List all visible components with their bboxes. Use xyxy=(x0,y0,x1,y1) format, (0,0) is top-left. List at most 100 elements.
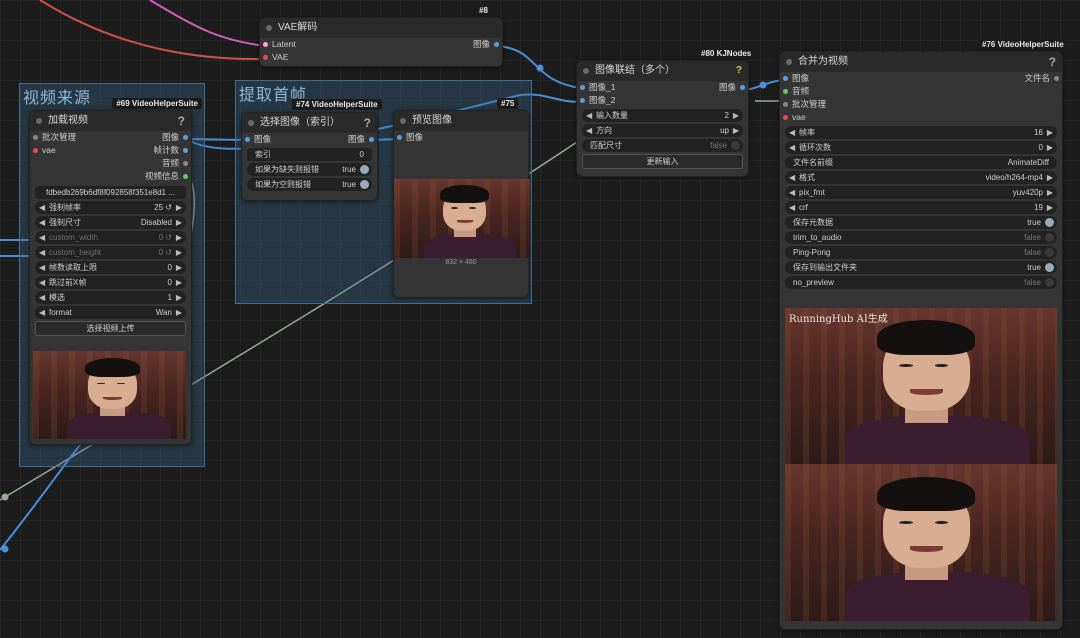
increment-arrow-icon[interactable]: ▶ xyxy=(1047,201,1053,214)
audio-input-pin[interactable] xyxy=(783,89,788,94)
increment-arrow-icon[interactable]: ▶ xyxy=(733,124,739,137)
loop-count-widget[interactable]: ◀ 循环次数 0 ▶ xyxy=(785,141,1057,154)
frame-count-output-pin[interactable] xyxy=(183,148,188,153)
decrement-arrow-icon[interactable]: ◀ xyxy=(39,276,45,289)
decrement-arrow-icon[interactable]: ◀ xyxy=(789,201,795,214)
toggle-knob[interactable] xyxy=(1045,233,1054,242)
image1-input-pin[interactable] xyxy=(580,85,585,90)
decrement-arrow-icon[interactable]: ◀ xyxy=(39,216,45,229)
force-size-widget[interactable]: ◀ 强制尺寸 Disabled ▶ xyxy=(35,216,186,229)
collapse-dot[interactable] xyxy=(36,118,42,124)
decrement-arrow-icon[interactable]: ◀ xyxy=(789,126,795,139)
custom-width-widget[interactable]: ◀ custom_width 0 ↺ ▶ xyxy=(35,231,186,244)
image-input-pin[interactable] xyxy=(783,76,788,81)
error-if-empty-toggle[interactable]: 如果为空则报错 true xyxy=(247,178,372,191)
increment-arrow-icon[interactable]: ▶ xyxy=(1047,171,1053,184)
trim-to-audio-toggle[interactable]: trim_to_audio false xyxy=(785,231,1057,244)
select-image-node[interactable]: 选择图像（索引）? 图像 图像 索引 0 如果为缺失则报错 true 如果为空则报错… xyxy=(241,112,378,201)
latent-input-pin[interactable] xyxy=(263,42,268,47)
frame-load-cap-widget[interactable]: ◀ 帧数读取上限 0 ▶ xyxy=(35,261,186,274)
preview-image-node[interactable]: 预览图像 图像 832 × 480 xyxy=(393,110,530,298)
increment-arrow-icon[interactable]: ▶ xyxy=(176,246,182,259)
batch-manager-input-pin[interactable] xyxy=(783,102,788,107)
error-if-missing-toggle[interactable]: 如果为缺失则报错 true xyxy=(247,163,372,176)
ping-pong-toggle[interactable]: Ping-Pong false xyxy=(785,246,1057,259)
help-icon[interactable]: ? xyxy=(364,113,371,133)
decrement-arrow-icon[interactable]: ◀ xyxy=(39,231,45,244)
collapse-dot[interactable] xyxy=(583,68,589,74)
decrement-arrow-icon[interactable]: ◀ xyxy=(789,141,795,154)
increment-arrow-icon[interactable]: ▶ xyxy=(176,276,182,289)
force-rate-widget[interactable]: ◀ 强制帧率 25 ↺ ▶ xyxy=(35,201,186,214)
decrement-arrow-icon[interactable]: ◀ xyxy=(586,124,592,137)
collapse-dot[interactable] xyxy=(400,118,406,124)
decrement-arrow-icon[interactable]: ◀ xyxy=(586,109,592,122)
no-preview-toggle[interactable]: no_preview false xyxy=(785,276,1057,289)
vae-input-pin[interactable] xyxy=(783,115,788,120)
frame-rate-widget[interactable]: ◀ 帧率 16 ▶ xyxy=(785,126,1057,139)
match-size-toggle[interactable]: 匹配尺寸 false xyxy=(582,139,743,152)
filenames-output-pin[interactable] xyxy=(1054,76,1059,81)
increment-arrow-icon[interactable]: ▶ xyxy=(733,109,739,122)
help-icon[interactable]: ? xyxy=(1049,52,1056,72)
toggle-knob[interactable] xyxy=(360,165,369,174)
decrement-arrow-icon[interactable]: ◀ xyxy=(789,171,795,184)
image-input-pin[interactable] xyxy=(245,137,250,142)
vae-decode-node[interactable]: VAE解码 Latent 图像 VAE xyxy=(259,17,503,67)
skip-first-frames-widget[interactable]: ◀ 跳过前X帧 0 ▶ xyxy=(35,276,186,289)
toggle-knob[interactable] xyxy=(731,141,740,150)
index-widget[interactable]: 索引 0 xyxy=(247,148,372,161)
node-header[interactable]: 图像联结（多个）? xyxy=(577,61,748,81)
save-metadata-toggle[interactable]: 保存元数据 true xyxy=(785,216,1057,229)
toggle-knob[interactable] xyxy=(1045,248,1054,257)
increment-arrow-icon[interactable]: ▶ xyxy=(1047,126,1053,139)
increment-arrow-icon[interactable]: ▶ xyxy=(176,216,182,229)
help-icon[interactable]: ? xyxy=(736,61,742,81)
decrement-arrow-icon[interactable]: ◀ xyxy=(39,246,45,259)
collapse-dot[interactable] xyxy=(248,120,254,126)
direction-widget[interactable]: ◀ 方向 up ▶ xyxy=(582,124,743,137)
video-combine-node[interactable]: 合并为视频? 图像 文件名 音频 批次管理 vae ◀ 帧率 16 ▶ ◀ 循环次数 0 ▶… xyxy=(779,51,1063,630)
filename-prefix-widget[interactable]: 文件名前缀 AnimateDiff xyxy=(785,156,1057,169)
decrement-arrow-icon[interactable]: ◀ xyxy=(39,291,45,304)
audio-output-pin[interactable] xyxy=(183,161,188,166)
image-input-pin[interactable] xyxy=(397,135,402,140)
increment-arrow-icon[interactable]: ▶ xyxy=(1047,141,1053,154)
update-inputs-button[interactable]: 更新输入 xyxy=(582,154,743,169)
node-header[interactable]: 选择图像（索引）? xyxy=(242,113,377,133)
select-every-nth-widget[interactable]: ◀ 模选 1 ▶ xyxy=(35,291,186,304)
upload-video-button[interactable]: 选择视频上传 xyxy=(35,321,186,336)
decrement-arrow-icon[interactable]: ◀ xyxy=(39,261,45,274)
increment-arrow-icon[interactable]: ▶ xyxy=(176,201,182,214)
image-output-pin[interactable] xyxy=(740,85,745,90)
node-header[interactable]: 预览图像 xyxy=(394,111,528,131)
batch-manager-input-pin[interactable] xyxy=(33,135,38,140)
load-video-node[interactable]: 加载视频? 批次管理 图像 vae 帧计数 音频 视频信息 fdbedb269b… xyxy=(29,110,192,445)
custom-height-widget[interactable]: ◀ custom_height 0 ↺ ▶ xyxy=(35,246,186,259)
pix-fmt-widget[interactable]: ◀ pix_fmt yuv420p ▶ xyxy=(785,186,1057,199)
increment-arrow-icon[interactable]: ▶ xyxy=(1047,186,1053,199)
image2-input-pin[interactable] xyxy=(580,98,585,103)
help-icon[interactable]: ? xyxy=(178,111,185,131)
format-widget[interactable]: ◀ format Wan ▶ xyxy=(35,306,186,319)
vae-input-pin[interactable] xyxy=(33,148,38,153)
toggle-knob[interactable] xyxy=(360,180,369,189)
decrement-arrow-icon[interactable]: ◀ xyxy=(39,306,45,319)
vae-input-pin[interactable] xyxy=(263,55,268,60)
increment-arrow-icon[interactable]: ▶ xyxy=(176,291,182,304)
decrement-arrow-icon[interactable]: ◀ xyxy=(39,201,45,214)
toggle-knob[interactable] xyxy=(1045,263,1054,272)
node-header[interactable]: 合并为视频? xyxy=(780,52,1062,72)
image-output-pin[interactable] xyxy=(494,42,499,47)
node-header[interactable]: VAE解码 xyxy=(260,18,502,38)
input-count-widget[interactable]: ◀ 输入数量 2 ▶ xyxy=(582,109,743,122)
image-concat-node[interactable]: 图像联结（多个）? 图像_1 图像 图像_2 ◀ 输入数量 2 ▶ ◀ 方向 up ▶ 匹配… xyxy=(576,60,749,177)
collapse-dot[interactable] xyxy=(786,59,792,65)
increment-arrow-icon[interactable]: ▶ xyxy=(176,261,182,274)
decrement-arrow-icon[interactable]: ◀ xyxy=(789,186,795,199)
format-widget[interactable]: ◀ 格式 video/h264-mp4 ▶ xyxy=(785,171,1057,184)
save-output-toggle[interactable]: 保存到输出文件夹 true xyxy=(785,261,1057,274)
toggle-knob[interactable] xyxy=(1045,218,1054,227)
collapse-dot[interactable] xyxy=(266,25,272,31)
increment-arrow-icon[interactable]: ▶ xyxy=(176,231,182,244)
